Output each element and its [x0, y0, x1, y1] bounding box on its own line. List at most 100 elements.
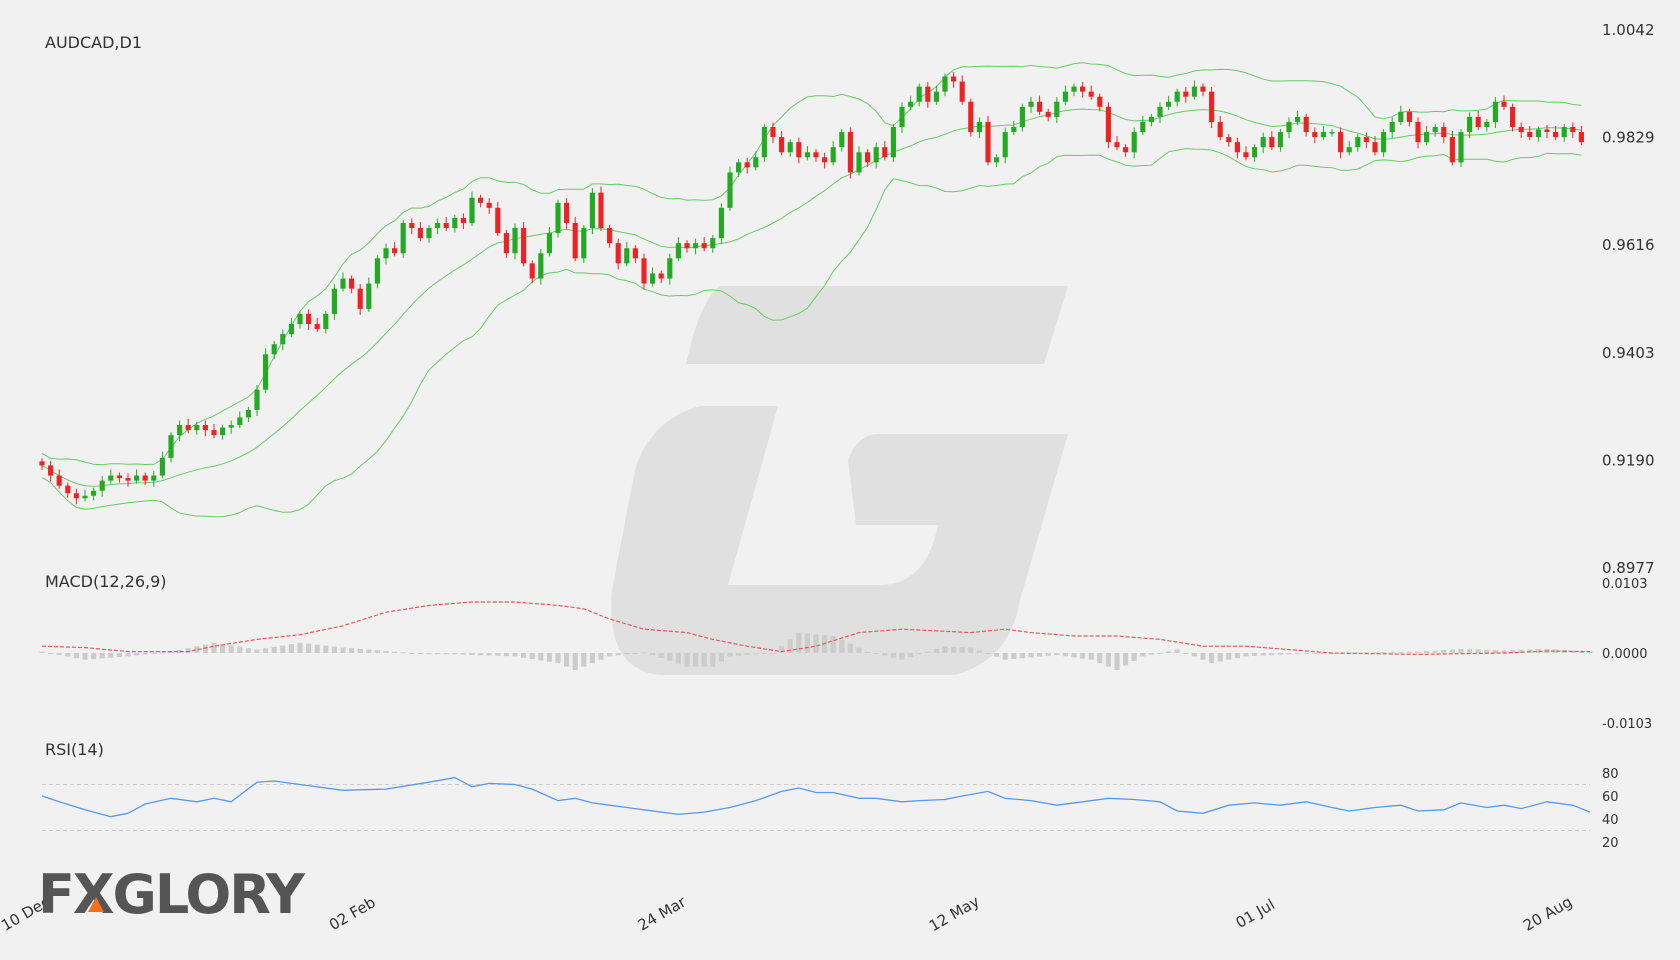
macd-histogram-bar — [323, 645, 329, 653]
macd-histogram-bar — [581, 653, 587, 667]
candle — [1209, 87, 1215, 129]
macd-histogram-bar — [220, 644, 226, 653]
macd-histogram-bar — [151, 653, 157, 654]
macd-histogram-bar — [263, 648, 269, 653]
macd-histogram-bar — [1088, 653, 1094, 660]
macd-histogram-bar — [417, 653, 423, 654]
macd-histogram-bar — [1484, 649, 1490, 653]
macd-histogram-bar — [211, 642, 217, 653]
candle — [555, 199, 561, 238]
candle — [1458, 129, 1464, 167]
macd-histogram-bar — [555, 653, 561, 664]
macd-histogram-bar — [134, 653, 140, 656]
macd-axis-tick: 0.0103 — [1602, 577, 1648, 592]
macd-histogram-bar — [727, 653, 733, 657]
macd-histogram-bar — [1269, 653, 1275, 656]
macd-histogram-bar — [564, 653, 570, 667]
macd-histogram-bar — [675, 653, 681, 664]
macd-histogram-bar — [48, 653, 54, 654]
macd-histogram-bar — [426, 653, 432, 655]
macd-histogram-bar — [976, 650, 982, 653]
macd-histogram-bar — [847, 643, 853, 653]
macd-histogram-bar — [1458, 648, 1464, 653]
macd-histogram-bar — [495, 653, 501, 656]
candle — [890, 123, 896, 162]
macd-histogram-bar — [374, 650, 380, 653]
price-axis-tick: 0.9403 — [1602, 344, 1655, 362]
macd-histogram-bar — [1148, 653, 1154, 655]
macd-histogram-bar — [1432, 650, 1438, 653]
macd-histogram-bar — [839, 639, 845, 653]
macd-histogram-bar — [280, 645, 286, 653]
macd-histogram-bar — [349, 648, 355, 653]
macd-histogram-bar — [925, 651, 931, 653]
price-axis-tick: 0.8977 — [1602, 559, 1655, 577]
macd-histogram-bar — [1114, 653, 1120, 670]
macd-histogram-bar — [1028, 653, 1034, 658]
macd-histogram-bar — [1200, 653, 1206, 660]
macd-histogram-bar — [538, 653, 544, 661]
candle — [847, 127, 853, 179]
macd-axis-tick: -0.0103 — [1602, 717, 1652, 732]
macd-histogram-bar — [237, 646, 243, 653]
macd-histogram-bar — [1424, 651, 1430, 653]
candle — [985, 115, 991, 166]
macd-histogram-bar — [572, 653, 578, 670]
candle — [581, 224, 587, 263]
candle — [718, 203, 724, 245]
macd-histogram-bar — [452, 653, 458, 655]
macd-histogram-bar — [856, 647, 862, 653]
macd-histogram-bar — [108, 653, 114, 658]
macd-histogram-bar — [228, 645, 234, 653]
rsi-axis-tick: 20 — [1602, 836, 1619, 851]
candle — [761, 123, 767, 162]
macd-histogram-bar — [1252, 653, 1258, 656]
macd-histogram-bar — [297, 642, 303, 653]
macd-histogram-bar — [1260, 653, 1266, 656]
price-axis-tick: 0.9190 — [1602, 451, 1655, 469]
macd-histogram-bar — [1054, 653, 1060, 656]
macd-histogram-bar — [1097, 653, 1103, 664]
macd-histogram-bar — [1449, 649, 1455, 653]
macd-histogram-bar — [1140, 653, 1146, 657]
macd-histogram-bar — [1037, 653, 1043, 657]
macd-histogram-bar — [985, 653, 991, 654]
macd-histogram-bar — [1011, 653, 1017, 660]
macd-histogram-bar — [254, 649, 260, 653]
macd-histogram-bar — [1183, 653, 1189, 654]
macd-histogram-bar — [1398, 651, 1404, 653]
macd-histogram-bar — [1320, 653, 1326, 654]
macd-histogram-bar — [693, 653, 699, 667]
macd-histogram-bar — [478, 653, 484, 656]
macd-histogram-bar — [1467, 649, 1473, 653]
macd-title: MACD(12,26,9) — [45, 572, 167, 591]
macd-histogram-bar — [770, 653, 776, 654]
macd-histogram-bar — [890, 653, 896, 658]
macd-histogram-bar — [469, 653, 475, 655]
macd-histogram-bar — [830, 636, 836, 653]
rsi-axis-tick: 60 — [1602, 790, 1619, 805]
macd-histogram-bar — [710, 653, 716, 667]
macd-histogram-bar — [1019, 653, 1025, 659]
macd-histogram-bar — [1303, 653, 1309, 654]
macd-histogram-bar — [1441, 650, 1447, 653]
macd-histogram-bar — [1123, 653, 1129, 666]
macd-histogram-bar — [761, 653, 767, 654]
macd-histogram-bar — [546, 653, 552, 662]
macd-histogram-bar — [744, 653, 750, 656]
macd-histogram-bar — [435, 653, 441, 655]
macd-histogram-bar — [899, 653, 905, 660]
macd-histogram-bar — [624, 653, 630, 655]
macd-histogram-bar — [288, 644, 294, 653]
macd-histogram-bar — [684, 653, 690, 667]
candle — [727, 166, 733, 211]
candle — [968, 98, 974, 137]
macd-histogram-bar — [865, 651, 871, 653]
macd-histogram-bar — [908, 653, 914, 658]
macd-histogram-bar — [667, 653, 673, 661]
candle — [572, 216, 578, 262]
macd-histogram-bar — [916, 653, 922, 655]
macd-histogram-bar — [1131, 653, 1137, 661]
rsi-title: RSI(14) — [45, 740, 104, 759]
macd-histogram-bar — [159, 652, 165, 654]
